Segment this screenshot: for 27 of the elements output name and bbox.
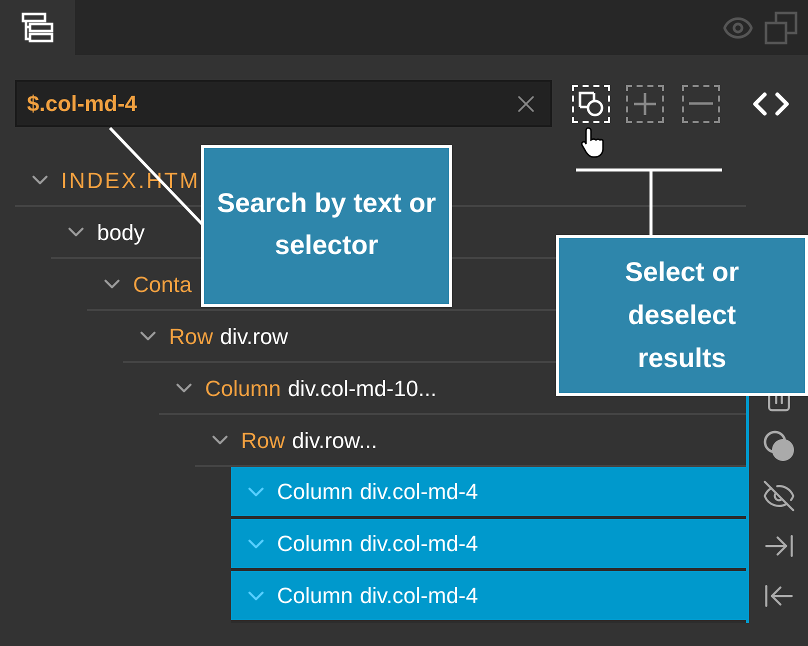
- node-label: Row: [241, 426, 286, 454]
- node-label: Column: [277, 478, 353, 506]
- node-label: Row: [169, 322, 214, 350]
- node-label: Conta: [133, 270, 192, 298]
- remove-selection-button[interactable]: [682, 84, 720, 122]
- node-selector: div.col-md-4: [360, 478, 478, 506]
- plus-icon: [632, 90, 658, 116]
- shape-select-icon: [578, 90, 604, 116]
- panel-tab[interactable]: [0, 0, 75, 55]
- minus-icon: [689, 102, 713, 105]
- node-label: Column: [277, 530, 353, 558]
- search-text: $.col-md-4: [27, 90, 138, 118]
- overlap-circles-icon[interactable]: [762, 429, 796, 463]
- node-selector: div.col-md-4: [360, 582, 478, 610]
- node-selector: div.col-md-10...: [288, 374, 437, 402]
- select-results-button[interactable]: [572, 84, 610, 122]
- node-label: Column: [277, 582, 353, 610]
- node-selector: div.col-md-4: [360, 530, 478, 558]
- search-field[interactable]: $.col-md-4: [15, 80, 552, 127]
- node-label: body: [97, 218, 145, 247]
- tree-icon: [20, 10, 54, 44]
- eye-off-icon[interactable]: [762, 479, 796, 513]
- add-selection-button[interactable]: [626, 84, 664, 122]
- node-selector: div.row...: [292, 426, 378, 454]
- callout-text: Search by text or selector: [216, 187, 438, 262]
- node-label: Column: [205, 374, 281, 402]
- node-selector: div.row: [220, 322, 288, 350]
